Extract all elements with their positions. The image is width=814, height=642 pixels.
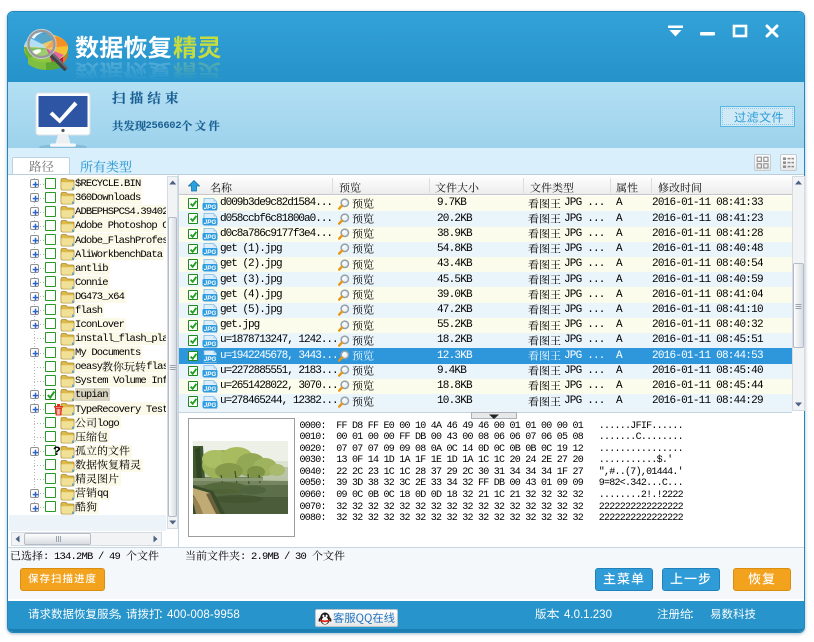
svg-text:JPG: JPG (204, 386, 217, 393)
svg-text:JPG: JPG (204, 280, 217, 287)
svg-text:JPG: JPG (204, 234, 217, 241)
svg-text:JPG: JPG (204, 356, 217, 363)
svg-text:JPG: JPG (204, 249, 217, 256)
svg-text:JPG: JPG (204, 310, 217, 317)
svg-text:JPG: JPG (204, 295, 217, 302)
svg-text:JPG: JPG (204, 341, 217, 348)
svg-text:JPG: JPG (204, 371, 217, 378)
svg-text:JPG: JPG (204, 219, 217, 226)
svg-text:JPG: JPG (204, 402, 217, 409)
svg-text:JPG: JPG (204, 264, 217, 271)
svg-text:JPG: JPG (204, 325, 217, 332)
svg-text:JPG: JPG (204, 204, 217, 211)
